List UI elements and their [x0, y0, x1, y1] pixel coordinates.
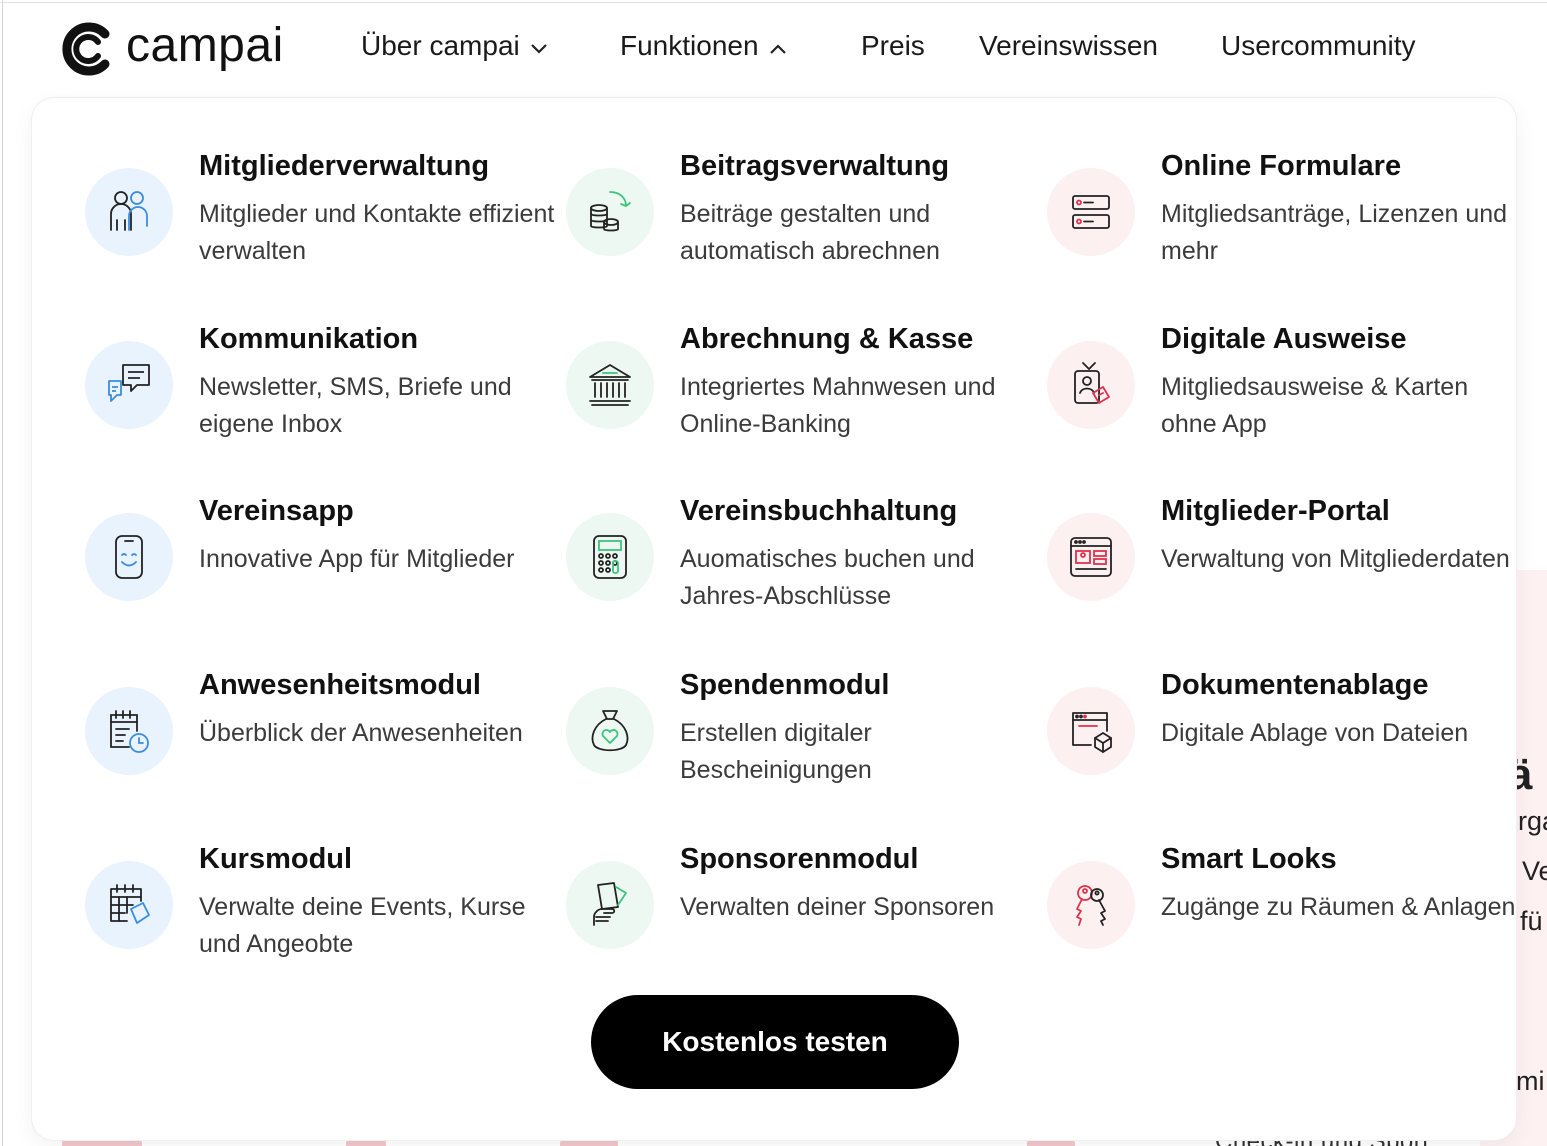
hand-card-icon — [566, 861, 654, 949]
menu-item-beitragsverwaltung[interactable]: Beitragsverwaltung Beiträge gestalten un… — [566, 150, 1026, 300]
menu-item-title: Mitgliederverwaltung — [199, 150, 490, 182]
menu-item-title: Kommunikation — [199, 323, 419, 355]
menu-item-title: Abrechnung & Kasse — [680, 323, 974, 355]
bank-icon — [566, 341, 654, 429]
background-strip — [1027, 1140, 1075, 1146]
brand-name: campai — [126, 19, 284, 72]
menu-item-description: Innovative App für Mitglieder — [199, 545, 515, 573]
smartphone-icon — [85, 513, 173, 601]
menu-item-title: Dokumentenablage — [1161, 669, 1429, 701]
menu-item-description: Newsletter, SMS, Briefe und eigene Inbox — [199, 373, 512, 438]
menu-item-abrechnung-kasse[interactable]: Abrechnung & Kasse Integriertes Mahnwese… — [566, 323, 1026, 473]
menu-item-dokumentenablage[interactable]: Dokumentenablage Digitale Ablage von Dat… — [1047, 669, 1507, 819]
nav-item-label: Usercommunity — [1221, 30, 1416, 61]
menu-item-kommunikation[interactable]: Kommunikation Newsletter, SMS, Briefe un… — [85, 323, 545, 473]
menu-item-description: Erstellen digitaler Bescheinigungen — [680, 719, 872, 784]
menu-item-title: Mitglieder-Portal — [1161, 495, 1390, 527]
chat-bubbles-icon — [85, 341, 173, 429]
nav-item-label: Vereinswissen — [979, 30, 1158, 61]
menu-item-title: Sponsorenmodul — [680, 843, 919, 875]
coins-arrow-icon — [566, 168, 654, 256]
menu-item-mitglieder-portal[interactable]: Mitglieder-Portal Verwaltung von Mitglie… — [1047, 495, 1510, 645]
menu-item-title: Spendenmodul — [680, 669, 890, 701]
free-trial-button[interactable]: Kostenlos testen — [591, 995, 959, 1089]
menu-item-description: Mitgliedsausweise & Karten ohne App — [1161, 373, 1469, 438]
background-strip — [62, 1140, 142, 1146]
menu-item-mitgliederverwaltung[interactable]: Mitgliederverwaltung Mitglieder und Kont… — [85, 150, 554, 300]
menu-item-description: Zugänge zu Räumen & Anlagen — [1161, 893, 1516, 921]
site-header: campai Über campai Funktionen Preis Vere… — [0, 0, 1547, 100]
menu-item-description: Integriertes Mahnwesen und Online-Bankin… — [680, 373, 996, 438]
browser-portal-icon — [1047, 513, 1135, 601]
menu-item-description: Verwalte deine Events, Kurse und Angeobt… — [199, 893, 526, 958]
nav-item-label: Über campai — [361, 30, 520, 61]
menu-item-smart-looks[interactable]: Smart Looks Zugänge zu Räumen & Anlagen — [1047, 843, 1515, 993]
form-fields-icon — [1047, 168, 1135, 256]
menu-item-title: Vereinsbuchhaltung — [680, 495, 958, 527]
background-text-fragment: rga — [1518, 806, 1547, 836]
menu-item-description: Digitale Ablage von Dateien — [1161, 719, 1469, 747]
nav-item-vereinswissen[interactable]: Vereinswissen — [979, 30, 1158, 62]
menu-item-title: Kursmodul — [199, 843, 353, 875]
id-badge-icon — [1047, 341, 1135, 429]
chevron-down-icon — [530, 30, 548, 62]
background-strip — [346, 1140, 386, 1146]
browser-box-icon — [1047, 687, 1135, 775]
nav-item-ueber-campai[interactable]: Über campai — [361, 30, 548, 62]
menu-item-digitale-ausweise[interactable]: Digitale Ausweise Mitgliedsausweise & Ka… — [1047, 323, 1507, 473]
menu-item-description: Verwalten deiner Sponsoren — [680, 893, 995, 921]
menu-item-title: Digitale Ausweise — [1161, 323, 1407, 355]
menu-item-kursmodul[interactable]: Kursmodul Verwalte deine Events, Kurse u… — [85, 843, 545, 993]
menu-item-description: Mitgliedsanträge, Lizenzen und mehr — [1161, 200, 1508, 265]
calculator-icon — [566, 513, 654, 601]
nav-item-label: Preis — [861, 30, 925, 61]
nav-item-label: Funktionen — [620, 30, 759, 61]
menu-item-title: Beitragsverwaltung — [680, 150, 950, 182]
menu-item-vereinsapp[interactable]: Vereinsapp Innovative App für Mitglieder — [85, 495, 545, 645]
money-bag-heart-icon — [566, 687, 654, 775]
menu-item-description: Mitglieder und Kontakte effizient verwal… — [199, 200, 555, 265]
campai-logo-icon — [62, 22, 110, 76]
menu-item-description: Auomatisches buchen und Jahres-Abschlüss… — [680, 545, 975, 610]
menu-item-anwesenheitsmodul[interactable]: Anwesenheitsmodul Überblick der Anwesenh… — [85, 669, 545, 819]
brand-logo[interactable]: campai — [58, 20, 284, 78]
menu-item-online-formulare[interactable]: Online Formulare Mitgliedsanträge, Lizen… — [1047, 150, 1507, 300]
nav-item-funktionen[interactable]: Funktionen — [620, 30, 787, 62]
menu-item-title: Vereinsapp — [199, 495, 354, 527]
menu-item-spendenmodul[interactable]: Spendenmodul Erstellen digitaler Beschei… — [566, 669, 1026, 819]
calendar-tag-icon — [85, 861, 173, 949]
menu-item-title: Online Formulare — [1161, 150, 1402, 182]
menu-item-description: Überblick der Anwesenheiten — [199, 719, 523, 747]
keys-icon — [1047, 861, 1135, 949]
window-left-border — [2, 0, 3, 1146]
menu-item-vereinsbuchhaltung[interactable]: Vereinsbuchhaltung Auomatisches buchen u… — [566, 495, 1026, 645]
background-text-fragment: Ve — [1522, 856, 1547, 886]
menu-item-description: Verwaltung von Mitgliederdaten — [1161, 545, 1510, 573]
background-text-fragment: mi — [1516, 1066, 1545, 1096]
people-icon — [85, 168, 173, 256]
chevron-up-icon — [769, 30, 787, 62]
menu-item-title: Smart Looks — [1161, 843, 1337, 875]
calendar-clock-icon — [85, 687, 173, 775]
background-text-fragment: fü — [1520, 906, 1543, 936]
nav-item-usercommunity[interactable]: Usercommunity — [1221, 30, 1415, 62]
nav-item-preis[interactable]: Preis — [861, 30, 925, 62]
menu-item-title: Anwesenheitsmodul — [199, 669, 481, 701]
background-strip — [560, 1140, 618, 1146]
menu-item-description: Beiträge gestalten und automatisch abrec… — [680, 200, 940, 265]
menu-item-sponsorenmodul[interactable]: Sponsorenmodul Verwalten deiner Sponsore… — [566, 843, 1026, 993]
functions-dropdown-menu: Mitgliederverwaltung Mitglieder und Kont… — [32, 98, 1516, 1140]
